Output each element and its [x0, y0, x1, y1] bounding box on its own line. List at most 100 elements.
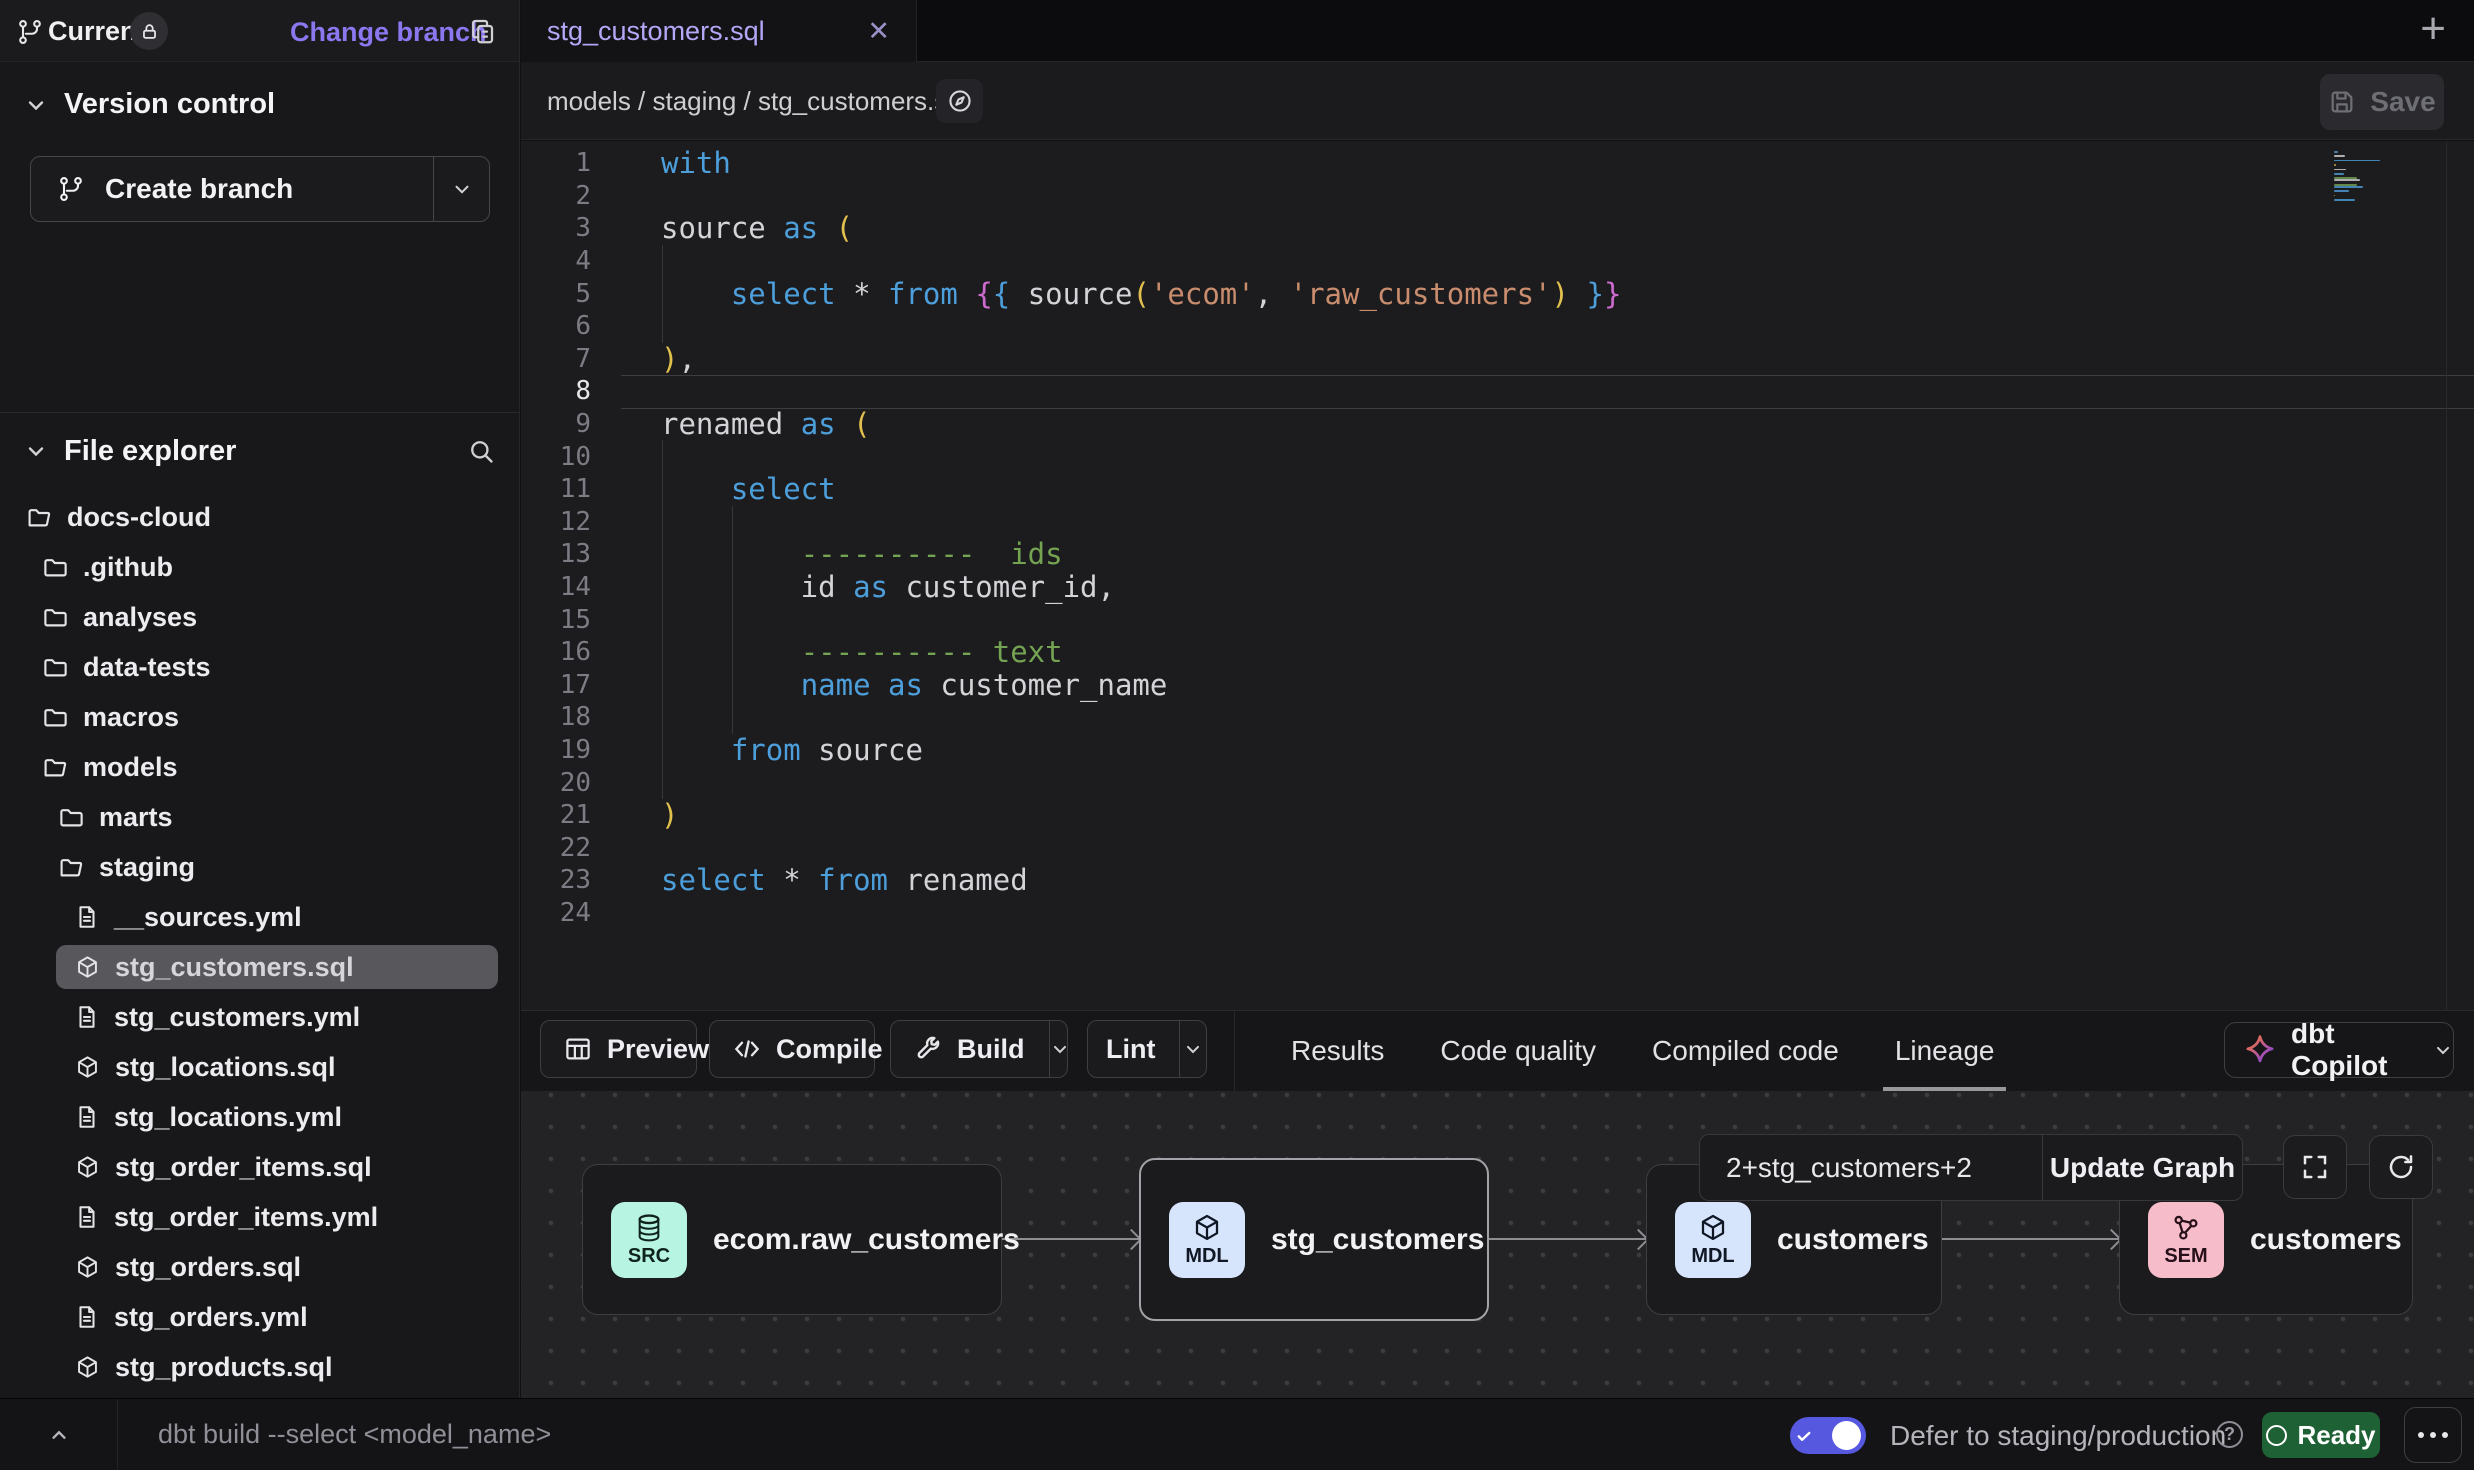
file-tree-item--github[interactable]: .github: [0, 542, 518, 592]
panel-tab-lineage[interactable]: Lineage: [1895, 1011, 1995, 1091]
lint-button[interactable]: Lint: [1087, 1020, 1207, 1078]
semantic-badge: SEM: [2148, 1202, 2224, 1278]
file-model-icon: [74, 954, 101, 981]
more-options-button[interactable]: [2404, 1407, 2462, 1463]
code-line[interactable]: 5 select * from {{ source('ecom', 'raw_c…: [521, 277, 2474, 310]
code-line[interactable]: 22: [521, 831, 2474, 864]
tab-stg-customers-sql[interactable]: stg_customers.sql ✕: [521, 0, 917, 62]
compile-button[interactable]: Compile: [709, 1020, 875, 1078]
chevron-down-icon: [2433, 1040, 2453, 1060]
line-number: 24: [521, 898, 621, 928]
ready-status-badge[interactable]: Ready: [2262, 1412, 2380, 1458]
file-tree-item-models[interactable]: models: [0, 742, 518, 792]
file-tree-item-stg-order-items-yml[interactable]: stg_order_items.yml: [0, 1192, 518, 1242]
close-icon[interactable]: ✕: [867, 16, 890, 47]
code-line[interactable]: 16 ---------- text: [521, 636, 2474, 669]
file-tree-item-label: macros: [83, 702, 179, 733]
editor-scrollbar[interactable]: [2446, 141, 2447, 1010]
file-tree-item-label: staging: [99, 852, 195, 883]
version-control-header[interactable]: Version control: [24, 88, 275, 121]
code-line[interactable]: 23select * from renamed: [521, 864, 2474, 897]
node-label: stg_customers: [1271, 1223, 1484, 1257]
code-line[interactable]: 6: [521, 310, 2474, 343]
file-tree-item-data-tests[interactable]: data-tests: [0, 642, 518, 692]
code-line[interactable]: 9renamed as (: [521, 408, 2474, 441]
code-line[interactable]: 2: [521, 180, 2474, 213]
code-line[interactable]: 10: [521, 440, 2474, 473]
code-line[interactable]: 20: [521, 766, 2474, 799]
code-editor[interactable]: 1with23source as (45 select * from {{ so…: [521, 141, 2474, 1010]
create-branch-main[interactable]: Create branch: [31, 157, 433, 221]
code-line[interactable]: 21): [521, 799, 2474, 832]
code-line-content: renamed as (: [621, 407, 871, 441]
copy-icon[interactable]: [467, 16, 497, 46]
panel-tab-results[interactable]: Results: [1291, 1011, 1384, 1091]
code-line[interactable]: 24: [521, 897, 2474, 930]
file-tree-item-stg-customers-sql[interactable]: stg_customers.sql: [0, 942, 518, 992]
code-line[interactable]: 8: [521, 375, 2474, 408]
lineage-filter-input[interactable]: 2+stg_customers+2: [1700, 1135, 2042, 1200]
copilot-compass-button[interactable]: [936, 79, 983, 123]
code-line[interactable]: 13 ---------- ids: [521, 538, 2474, 571]
collapse-command-bar-button[interactable]: [0, 1399, 118, 1470]
file-tree-item-stg-orders-yml[interactable]: stg_orders.yml: [0, 1292, 518, 1342]
create-branch-button[interactable]: Create branch: [30, 156, 490, 222]
code-line[interactable]: 7),: [521, 343, 2474, 376]
code-lines[interactable]: 1with23source as (45 select * from {{ so…: [521, 147, 2474, 929]
defer-label: Defer to staging/production: [1890, 1420, 2226, 1452]
file-tree-item-stg-orders-sql[interactable]: stg_orders.sql: [0, 1242, 518, 1292]
update-graph-button[interactable]: Update Graph: [2042, 1135, 2242, 1200]
file-tree-item-stg-locations-sql[interactable]: stg_locations.sql: [0, 1042, 518, 1092]
new-tab-button[interactable]: +: [2420, 4, 2446, 54]
file-tree-item-stg-products-sql[interactable]: stg_products.sql: [0, 1342, 518, 1392]
panel-tab-code-quality[interactable]: Code quality: [1440, 1011, 1596, 1091]
code-line-content: ---------- text: [621, 635, 1063, 669]
code-line[interactable]: 15: [521, 603, 2474, 636]
change-branch-link[interactable]: Change branch: [290, 17, 487, 48]
file-tree-item-marts[interactable]: marts: [0, 792, 518, 842]
code-line[interactable]: 12: [521, 506, 2474, 539]
line-number: 20: [521, 768, 621, 798]
panel-tab-compiled-code[interactable]: Compiled code: [1652, 1011, 1839, 1091]
wrench-icon: [913, 1034, 943, 1064]
code-line[interactable]: 3source as (: [521, 212, 2474, 245]
ellipsis-icon: [2418, 1432, 2424, 1438]
file-explorer-header[interactable]: File explorer: [24, 428, 495, 474]
search-icon[interactable]: [467, 437, 495, 465]
file-doc-icon: [74, 1004, 100, 1030]
code-line[interactable]: 18: [521, 701, 2474, 734]
file-tree-item-stg-order-items-sql[interactable]: stg_order_items.sql: [0, 1142, 518, 1192]
code-line[interactable]: 19 from source: [521, 734, 2474, 767]
build-caret[interactable]: [1049, 1021, 1070, 1077]
dbt-copilot-button[interactable]: dbt Copilot: [2224, 1022, 2454, 1078]
file-tree-item-staging[interactable]: staging: [0, 842, 518, 892]
code-line[interactable]: 17 name as customer_name: [521, 669, 2474, 702]
save-button[interactable]: Save: [2320, 74, 2444, 130]
code-line[interactable]: 1with: [521, 147, 2474, 180]
file-tree-item-analyses[interactable]: analyses: [0, 592, 518, 642]
lint-caret[interactable]: [1179, 1021, 1206, 1077]
create-branch-caret[interactable]: [433, 157, 489, 221]
refresh-button[interactable]: [2369, 1135, 2433, 1199]
lineage-canvas[interactable]: SRC ecom.raw_customers MDL stg_customers…: [521, 1091, 2474, 1398]
file-tree-item-stg-locations-yml[interactable]: stg_locations.yml: [0, 1092, 518, 1142]
file-tree-item-docs-cloud[interactable]: docs-cloud: [0, 492, 518, 542]
file-tree-item-stg-customers-yml[interactable]: stg_customers.yml: [0, 992, 518, 1042]
code-line-content: source as (: [621, 211, 853, 245]
command-input[interactable]: dbt build --select <model_name>: [158, 1399, 551, 1470]
file-tree-item-macros[interactable]: macros: [0, 692, 518, 742]
preview-button[interactable]: Preview: [540, 1020, 697, 1078]
fullscreen-button[interactable]: [2283, 1135, 2347, 1199]
folder-icon: [42, 554, 69, 581]
lineage-node-stg-customers[interactable]: MDL stg_customers: [1139, 1158, 1489, 1321]
defer-toggle[interactable]: [1790, 1417, 1866, 1454]
code-line[interactable]: 11 select: [521, 473, 2474, 506]
file-tree-item--sources-yml[interactable]: __sources.yml: [0, 892, 518, 942]
minimap[interactable]: [2334, 151, 2388, 204]
code-line[interactable]: 14 id as customer_id,: [521, 571, 2474, 604]
code-line[interactable]: 4: [521, 245, 2474, 278]
help-icon[interactable]: ?: [2216, 1421, 2243, 1448]
build-button[interactable]: Build: [890, 1020, 1068, 1078]
save-label: Save: [2370, 86, 2435, 118]
lineage-node-source[interactable]: SRC ecom.raw_customers: [582, 1164, 1002, 1315]
